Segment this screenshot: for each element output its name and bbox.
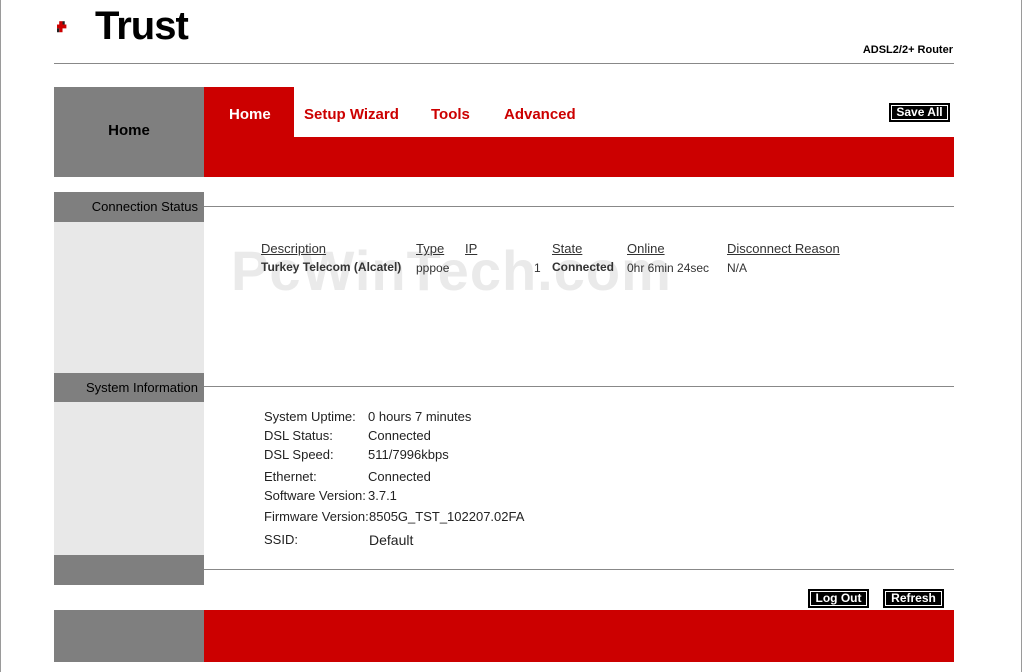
col-state: State — [552, 241, 583, 256]
value-ssid: Default — [369, 532, 414, 548]
label-dsl-speed: DSL Speed: — [264, 447, 334, 462]
label-software-version: Software Version: — [264, 488, 366, 503]
col-disconnect-reason: Disconnect Reason — [727, 241, 840, 256]
row-type: pppoe — [416, 261, 450, 275]
label-ssid: SSID: — [264, 532, 298, 547]
col-ip: IP — [465, 241, 478, 256]
value-system-uptime: 0 hours 7 minutes — [368, 409, 472, 424]
tab-tools[interactable]: Tools — [431, 106, 470, 123]
value-dsl-speed: 511/7996kbps — [368, 447, 449, 462]
col-online: Online — [627, 241, 665, 256]
label-firmware-version: Firmware Version: — [264, 509, 369, 524]
row-description: Turkey Telecom (Alcatel) — [261, 260, 402, 274]
row-disconnect-reason: N/A — [727, 261, 748, 275]
tab-advanced[interactable]: Advanced — [504, 106, 576, 123]
header-divider — [54, 63, 954, 64]
connection-status-heading: Connection Status — [54, 192, 204, 222]
brand-logo-text: Trust — [95, 4, 189, 48]
value-firmware-version: 8505G_TST_102207.02FA — [369, 509, 525, 524]
section-footer-side — [54, 555, 204, 585]
footer-divider — [204, 569, 954, 570]
row-ip: 1 — [534, 261, 541, 275]
tab-setup-wizard[interactable]: Setup Wizard — [304, 106, 399, 123]
current-section-title: Home — [108, 122, 150, 139]
refresh-button[interactable]: Refresh — [883, 589, 944, 608]
system-information-divider — [204, 386, 954, 387]
label-ethernet: Ethernet: — [264, 469, 317, 484]
value-ethernet: Connected — [368, 469, 431, 484]
row-online: 0hr 6min 24sec — [627, 261, 710, 275]
product-name: ADSL2/2+ Router — [862, 44, 953, 56]
footer-red-bar — [204, 610, 954, 662]
system-information-side-panel — [54, 402, 204, 555]
col-description: Description — [261, 241, 327, 256]
label-system-uptime: System Uptime: — [264, 409, 356, 424]
row-state: Connected — [552, 260, 615, 274]
log-out-button[interactable]: Log Out — [808, 589, 869, 608]
system-information-heading: System Information — [54, 373, 204, 402]
save-all-button[interactable]: Save All — [889, 103, 950, 122]
value-software-version: 3.7.1 — [368, 488, 397, 503]
connection-status-side-panel — [54, 222, 204, 373]
value-dsl-status: Connected — [368, 428, 431, 443]
footer-side-panel — [54, 610, 204, 662]
connection-status-divider — [204, 206, 954, 207]
trust-logo — [57, 21, 67, 33]
label-dsl-status: DSL Status: — [264, 428, 333, 443]
nav-red-bar — [204, 137, 954, 177]
col-type: Type — [416, 241, 445, 256]
tab-home[interactable]: Home — [229, 106, 271, 123]
